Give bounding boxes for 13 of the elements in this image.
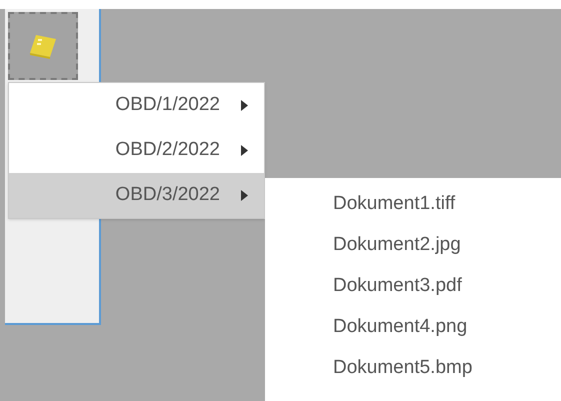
menu-item[interactable]: OBD/1/2022 [9, 83, 264, 128]
submenu-item[interactable]: Dokument5.bmp [265, 348, 561, 389]
notebook-button[interactable] [8, 12, 78, 80]
menu-item[interactable]: OBD/2/2022 [9, 128, 264, 173]
submenu-item[interactable]: Dokument1.tiff [265, 184, 561, 225]
submenu-arrow-icon [240, 100, 248, 111]
menu-item[interactable]: OBD/3/2022 [9, 173, 264, 218]
submenu-arrow-icon [240, 145, 248, 156]
submenu-item[interactable]: Dokument3.pdf [265, 266, 561, 307]
submenu-item[interactable]: Dokument4.png [265, 307, 561, 348]
submenu-arrow-icon [240, 190, 248, 201]
notebook-icon [28, 33, 58, 59]
submenu-item[interactable]: Dokument2.jpg [265, 225, 561, 266]
